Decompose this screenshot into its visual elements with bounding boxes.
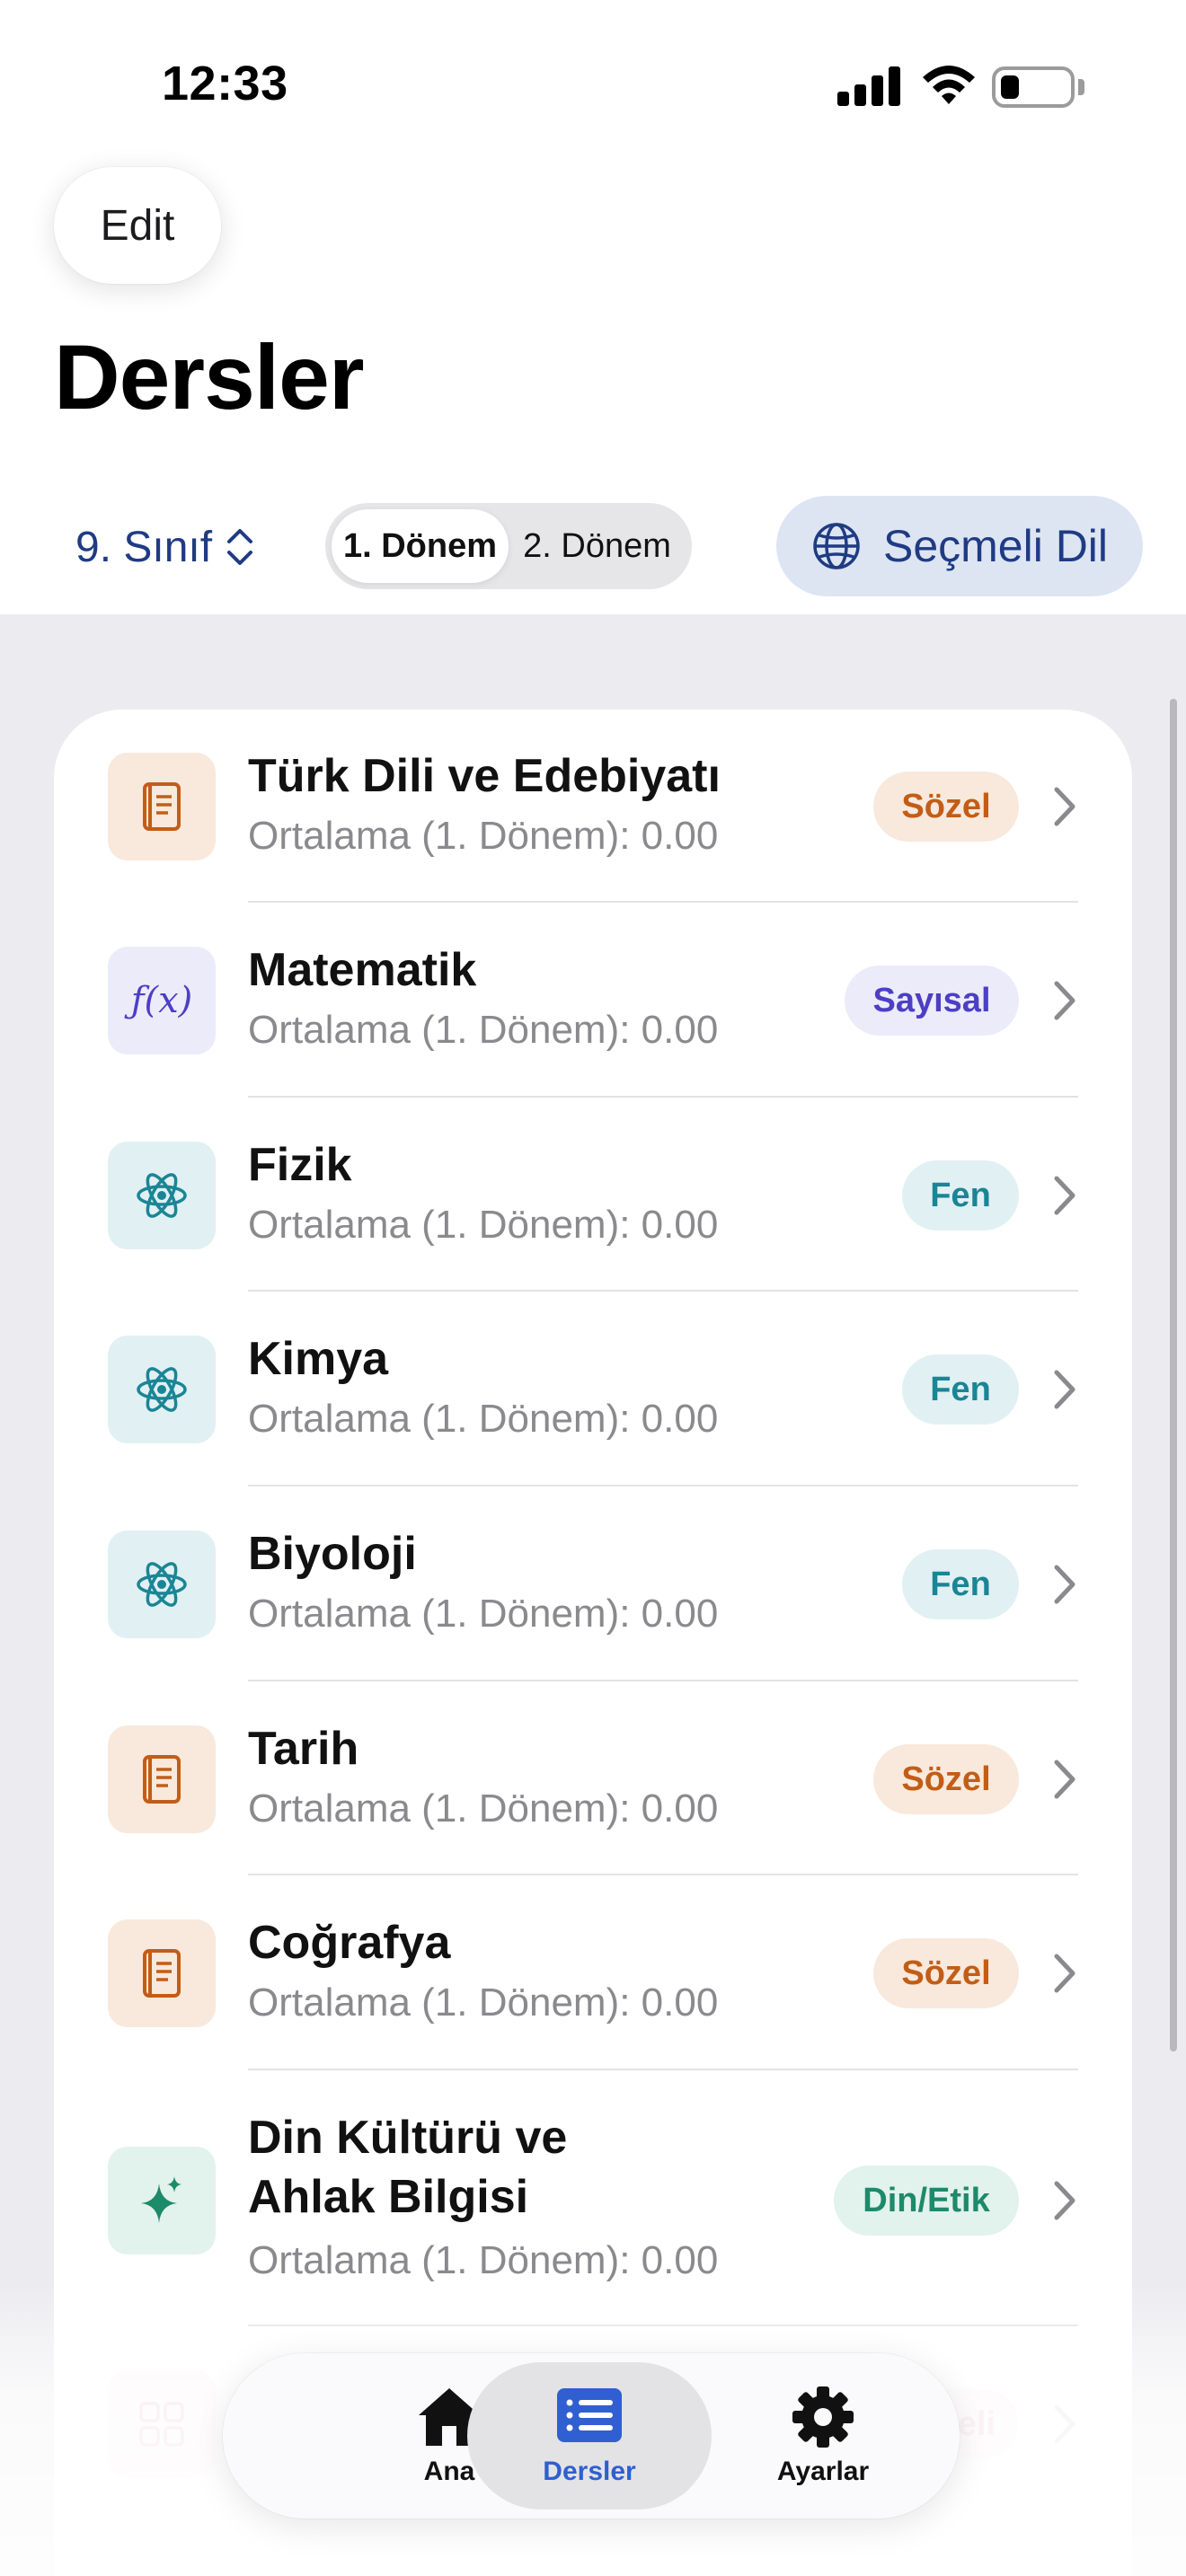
atom-icon [137,1562,187,1607]
category-badge: Fen [902,1549,1019,1619]
row-divider [248,1680,1078,1681]
chevron-right-icon [1054,1176,1075,1215]
page-title: Dersler [54,326,365,428]
course-icon-box [108,1919,216,2027]
course-title: Biyoloji [248,1528,417,1580]
book-icon [143,1755,181,1804]
row-divider [248,1290,1078,1292]
course-average: Ortalama (1. Dönem): 0.00 [248,1397,719,1441]
row-divider [248,1096,1078,1098]
course-average: Ortalama (1. Dönem): 0.00 [248,1008,719,1052]
category-badge: Sözel [873,772,1019,842]
course-average: Ortalama (1. Dönem): 0.00 [248,1592,719,1636]
course-average: Ortalama (1. Dönem): 0.00 [248,1203,719,1247]
course-title-line-1: Din Kültürü ve [248,2112,568,2164]
course-average: Ortalama (1. Dönem): 0.00 [248,1981,719,2025]
battery-cap [1078,79,1084,95]
globe-icon [813,523,860,569]
elective-language-label: Seçmeli Dil [882,521,1109,571]
chevron-right-icon [1054,2181,1075,2220]
chevron-up-down-icon [227,529,253,565]
cellular-signal-icon [837,65,900,106]
chevron-right-icon [1054,1760,1075,1799]
course-title-line-2: Ahlak Bilgisi [248,2171,529,2223]
category-badge: Sözel [873,1744,1019,1814]
course-icon-box [108,1725,216,1833]
book-icon [143,782,181,831]
grade-selector-label: 9. Sınıf [75,523,213,571]
atom-icon [137,1367,187,1412]
course-row-biyoloji[interactable]: Biyoloji Ortalama (1. Dönem): 0.00 Fen [54,1487,1078,1681]
sparkle-icon [141,2176,181,2223]
tab-ayarlar[interactable]: Ayarlar [715,2362,931,2510]
edit-button[interactable]: Edit [54,167,221,284]
elective-language-button[interactable]: Seçmeli Dil [776,496,1143,596]
atom-icon [137,1173,187,1218]
course-title: Matematik [248,944,477,996]
chevron-right-icon [1054,1565,1075,1604]
course-row-kimya[interactable]: Kimya Ortalama (1. Dönem): 0.00 Fen [54,1292,1078,1486]
category-badge: Din/Etik [834,2166,1019,2236]
course-title: Kimya [248,1333,389,1385]
course-icon-box [108,753,216,860]
segment-term-2[interactable]: 2. Dönem [509,509,686,583]
chevron-right-icon [1054,1954,1075,1993]
scroll-indicator[interactable] [1170,699,1177,2051]
category-badge: Fen [902,1160,1019,1231]
grade-selector[interactable]: 9. Sınıf [75,516,255,578]
row-divider [248,2069,1078,2070]
gear-icon [792,2386,854,2448]
battery-icon [992,66,1075,108]
course-row-cografya[interactable]: Coğrafya Ortalama (1. Dönem): 0.00 Sözel [54,1876,1078,2070]
wifi-icon [923,66,975,104]
tab-label: Dersler [543,2457,636,2486]
tab-label: Ana [423,2457,475,2486]
term-segmented-control[interactable]: 1. Dönem 2. Dönem [325,503,692,589]
course-icon-box [108,1531,216,1638]
row-divider [248,901,1078,903]
course-row-tarih[interactable]: Tarih Ortalama (1. Dönem): 0.00 Sözel [54,1682,1078,1876]
chevron-right-icon [1054,787,1075,826]
chevron-right-icon [1054,1370,1075,1409]
course-average: Ortalama (1. Dönem): 0.00 [248,1786,719,1831]
function-icon: ƒ(x) [108,947,216,1054]
segment-term-1[interactable]: 1. Dönem [332,509,509,583]
course-average: Ortalama (1. Dönem): 0.00 [248,814,719,858]
list-icon [557,2388,622,2442]
course-title: Coğrafya [248,1917,451,1969]
tab-dersler[interactable]: Dersler [467,2362,712,2510]
course-title: Fizik [248,1139,352,1191]
course-row-fizik[interactable]: Fizik Ortalama (1. Dönem): 0.00 Fen [54,1098,1078,1292]
course-title: Türk Dili ve Edebiyatı [248,750,721,802]
category-badge: Sayısal [845,966,1019,1036]
row-divider [248,1485,1078,1486]
row-divider [248,1874,1078,1875]
course-row-turk-dili[interactable]: Türk Dili ve Edebiyatı Ortalama (1. Döne… [54,710,1078,904]
course-icon-box [108,1336,216,1443]
course-icon-box [108,2147,216,2254]
course-icon-box [108,1142,216,1249]
course-title: Tarih [248,1723,359,1775]
category-badge: Sözel [873,1938,1019,2008]
category-badge: Fen [902,1354,1019,1425]
status-icons [837,65,1084,110]
course-average: Ortalama (1. Dönem): 0.00 [248,2238,719,2282]
book-icon [143,1949,181,1998]
tab-label: Ayarlar [776,2457,870,2486]
course-row-matematik[interactable]: ƒ(x) Matematik Ortalama (1. Dönem): 0.00… [54,904,1078,1098]
status-time: 12:33 [162,57,288,110]
chevron-right-icon [1054,981,1075,1020]
tab-bar: Ana Dersler Ayarlar [223,2353,960,2519]
